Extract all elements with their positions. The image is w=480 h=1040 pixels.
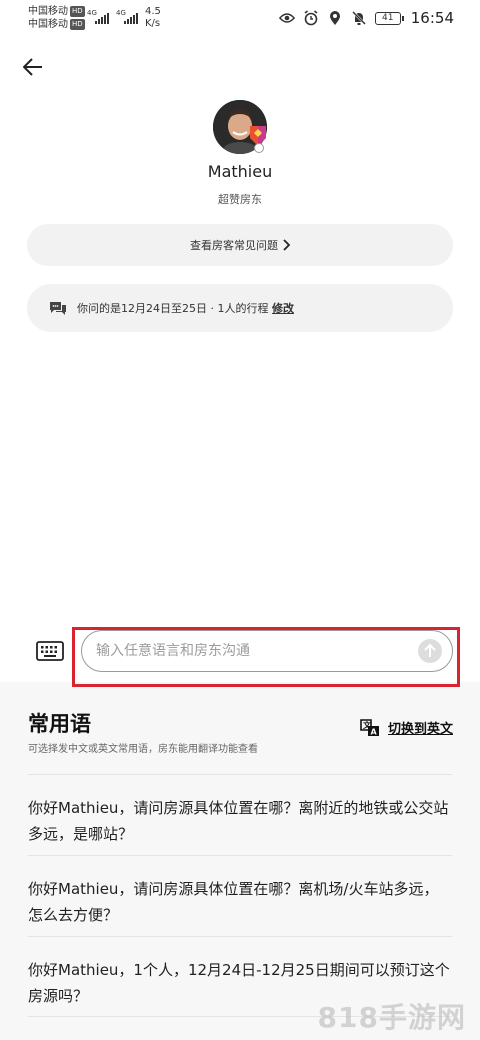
carrier-2: 中国移动 HD [28,19,85,30]
trip-text: 你问的是12月24日至25日 · 1人的行程 [77,302,269,315]
keyboard-icon [36,641,64,661]
eye-icon [278,10,295,26]
battery-icon: 41 [374,11,404,25]
location-icon [327,10,343,26]
alarm-icon [303,10,319,26]
signal-bars-1-icon [95,12,109,24]
signal-bars-2-icon [124,12,138,24]
status-bar: 中国移动 HD 中国移动 HD 4G 4G 4.5 K/s 41 16:54 [0,0,480,36]
back-button[interactable] [18,52,48,82]
chat-bubble-icon [50,302,66,315]
common-phrases-panel: 常用语 可选择发中文或英文常用语，房东能用翻译功能查看 文 A 切换到英文 你好… [0,682,480,1040]
trip-edit-link[interactable]: 修改 [272,302,294,315]
phrase-item[interactable]: 你好Mathieu，请问房源具体位置在哪？离附近的地铁或公交站多远，是哪站？ [28,774,452,855]
switch-to-english-button[interactable]: 文 A 切换到英文 [360,718,453,737]
verified-dot-icon [254,143,264,153]
host-subtitle: 超赞房东 [218,193,262,206]
host-name: Mathieu [207,162,273,181]
arrow-left-icon [23,58,42,76]
phrases-subtitle: 可选择发中文或英文常用语，房东能用翻译功能查看 [28,744,258,755]
faq-label: 查看房客常见问题 [190,239,278,252]
translate-icon: 文 A [360,718,379,736]
status-time: 16:54 [410,9,454,27]
carrier-1: 中国移动 HD [28,6,85,17]
switch-to-english-label: 切换到英文 [387,722,453,737]
keyboard-toggle-button[interactable] [36,640,64,662]
net-speed: 4.5 K/s [145,6,161,29]
trip-info-card: 你问的是12月24日至25日 · 1人的行程 修改 [27,284,453,332]
chevron-right-icon [283,239,290,251]
faq-button[interactable]: 查看房客常见问题 [27,224,453,266]
watermark-logo: 818手游网 [317,1001,466,1034]
phrase-item[interactable]: 你好Mathieu，请问房源具体位置在哪？离机场/火车站多远，怎么去方便？ [28,855,452,936]
input-highlight-frame [72,627,460,687]
phrases-title: 常用语 [28,712,91,736]
svg-text:A: A [370,727,377,736]
phrase-list: 你好Mathieu，请问房源具体位置在哪？离附近的地铁或公交站多远，是哪站？ 你… [28,774,452,1017]
mute-bell-icon [351,10,367,26]
